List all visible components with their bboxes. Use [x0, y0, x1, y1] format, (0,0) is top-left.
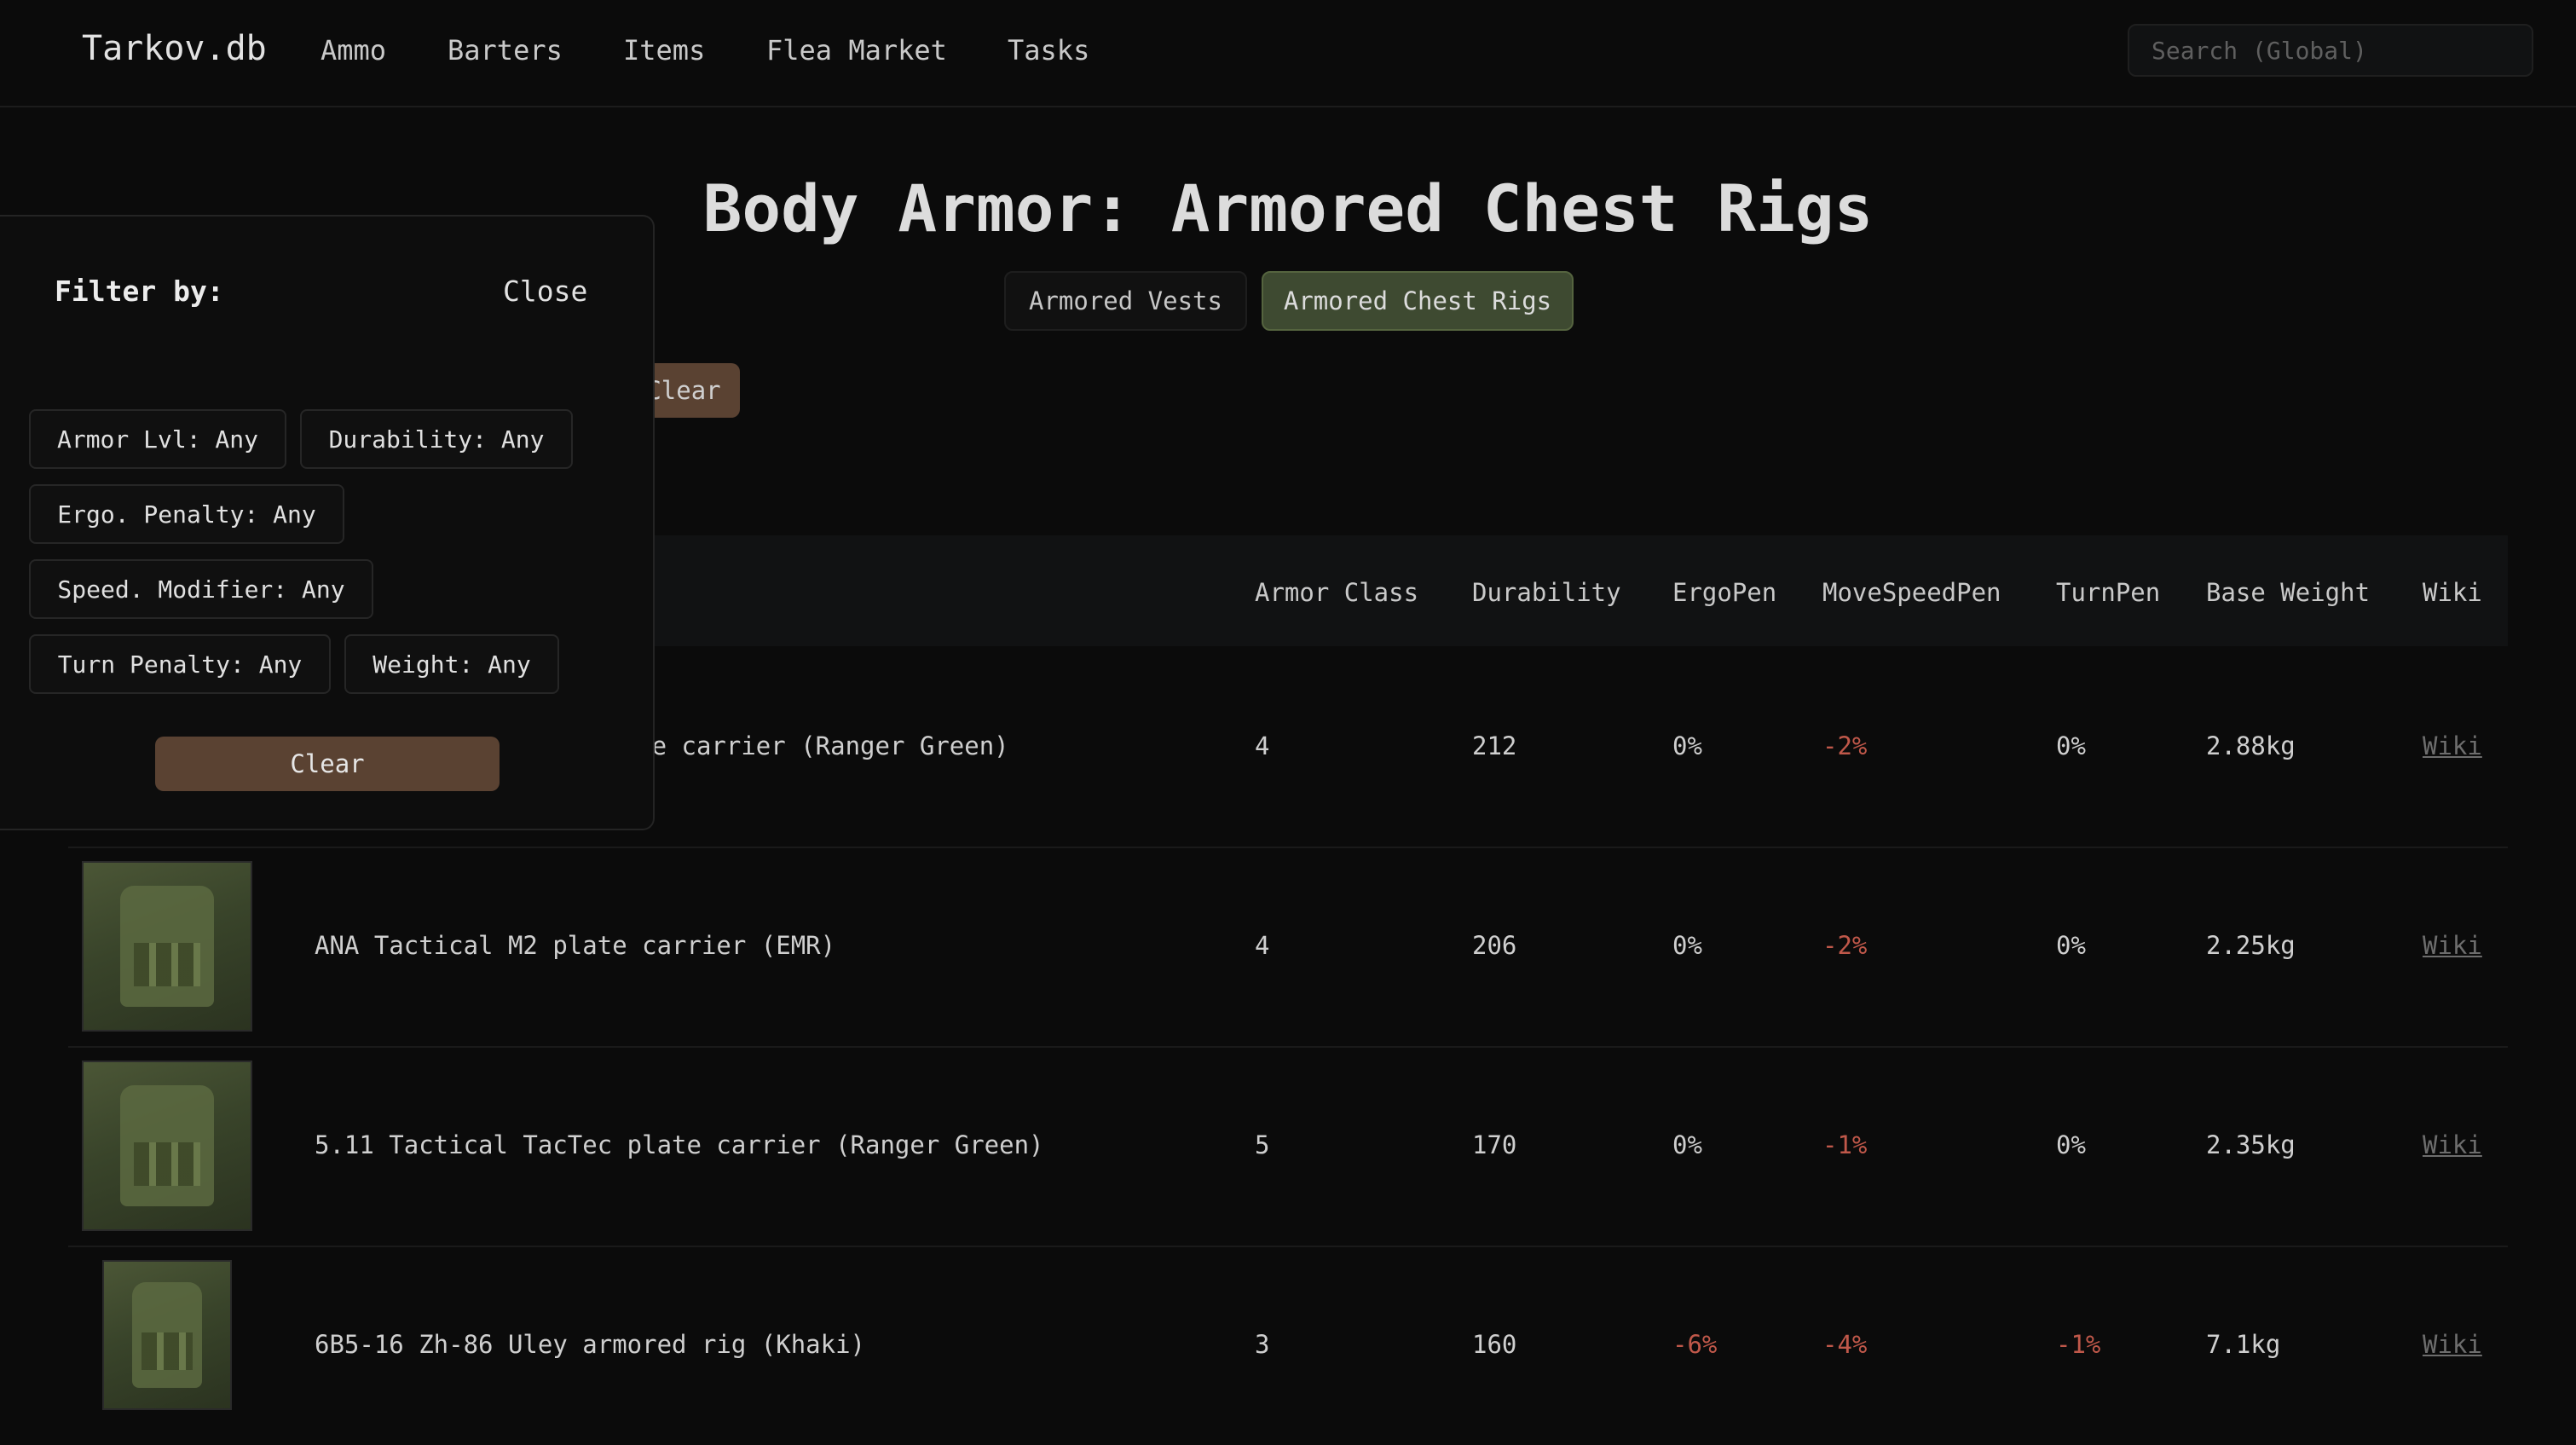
ergopen-value: 0%: [1672, 1130, 1702, 1159]
durability-value: 170: [1472, 1130, 1517, 1159]
column-header-armor-class[interactable]: Armor Class: [1255, 578, 1418, 607]
movespeedpen-value: -2%: [1822, 731, 1868, 760]
tab-armored-chest-rigs[interactable]: Armored Chest Rigs: [1262, 271, 1574, 331]
turnpen-value: 0%: [2056, 731, 2086, 760]
base-weight-value: 2.25kg: [2206, 931, 2296, 960]
filter-durability[interactable]: Durability: Any: [300, 409, 573, 469]
wiki-link[interactable]: Wiki: [2423, 931, 2482, 960]
column-header-durability[interactable]: Durability: [1472, 578, 1621, 607]
global-search-input[interactable]: [2128, 24, 2533, 77]
filter-ergo-penalty[interactable]: Ergo. Penalty: Any: [29, 484, 344, 544]
nav-link-flea-market[interactable]: Flea Market: [766, 34, 947, 66]
nav-link-tasks[interactable]: Tasks: [1008, 34, 1089, 66]
brand-logo[interactable]: Tarkov.db: [82, 29, 267, 68]
item-name: ANA Tactical M2 plate carrier (EMR): [315, 931, 836, 960]
nav-link-items[interactable]: Items: [623, 34, 705, 66]
turnpen-value: 0%: [2056, 931, 2086, 960]
movespeedpen-value: -2%: [1822, 931, 1868, 960]
base-weight-value: 2.88kg: [2206, 731, 2296, 760]
item-name: 6B5-16 Zh-86 Uley armored rig (Khaki): [315, 1330, 866, 1359]
wiki-link[interactable]: Wiki: [2423, 1330, 2482, 1359]
durability-value: 160: [1472, 1330, 1517, 1359]
item-thumbnail: [102, 1260, 232, 1410]
item-thumbnail: [82, 861, 252, 1032]
column-header-wiki: Wiki: [2423, 578, 2482, 607]
armor-class-value: 3: [1255, 1330, 1270, 1359]
nav-link-barters[interactable]: Barters: [448, 34, 563, 66]
filter-armor-level[interactable]: Armor Lvl: Any: [29, 409, 286, 469]
durability-value: 206: [1472, 931, 1517, 960]
armor-class-value: 4: [1255, 931, 1270, 960]
wiki-link[interactable]: Wiki: [2423, 731, 2482, 760]
movespeedpen-value: -4%: [1822, 1330, 1868, 1359]
turnpen-value: 0%: [2056, 1130, 2086, 1159]
filter-panel: Filter by: Close Armor Lvl: Any Durabili…: [0, 215, 655, 830]
nav-link-ammo[interactable]: Ammo: [321, 34, 386, 66]
column-header-turnpen[interactable]: TurnPen: [2056, 578, 2160, 607]
ergopen-value: 0%: [1672, 731, 1702, 760]
tab-armored-vests[interactable]: Armored Vests: [1004, 271, 1247, 331]
filter-weight[interactable]: Weight: Any: [344, 634, 559, 694]
base-weight-value: 2.35kg: [2206, 1130, 2296, 1159]
item-name: 5.11 Tactical TacTec plate carrier (Rang…: [315, 1130, 1044, 1159]
base-weight-value: 7.1kg: [2206, 1330, 2281, 1359]
column-header-movespeedpen[interactable]: MoveSpeedPen: [1822, 578, 2001, 607]
filter-speed-modifier[interactable]: Speed. Modifier: Any: [29, 559, 373, 619]
ergopen-value: 0%: [1672, 931, 1702, 960]
filter-turn-penalty[interactable]: Turn Penalty: Any: [29, 634, 331, 694]
movespeedpen-value: -1%: [1822, 1130, 1868, 1159]
armor-class-value: 4: [1255, 731, 1270, 760]
wiki-link[interactable]: Wiki: [2423, 1130, 2482, 1159]
item-thumbnail: [82, 1061, 252, 1231]
ergopen-value: -6%: [1672, 1330, 1718, 1359]
column-header-base-weight[interactable]: Base Weight: [2206, 578, 2370, 607]
armor-class-value: 5: [1255, 1130, 1270, 1159]
filter-panel-title: Filter by:: [55, 275, 224, 308]
durability-value: 212: [1472, 731, 1517, 760]
top-navbar: Tarkov.db Ammo Barters Items Flea Market…: [0, 0, 2576, 107]
column-header-ergopen[interactable]: ErgoPen: [1672, 578, 1776, 607]
filter-panel-clear-button[interactable]: Clear: [155, 737, 500, 791]
filter-panel-close-button[interactable]: Close: [503, 275, 587, 308]
turnpen-value: -1%: [2056, 1330, 2101, 1359]
